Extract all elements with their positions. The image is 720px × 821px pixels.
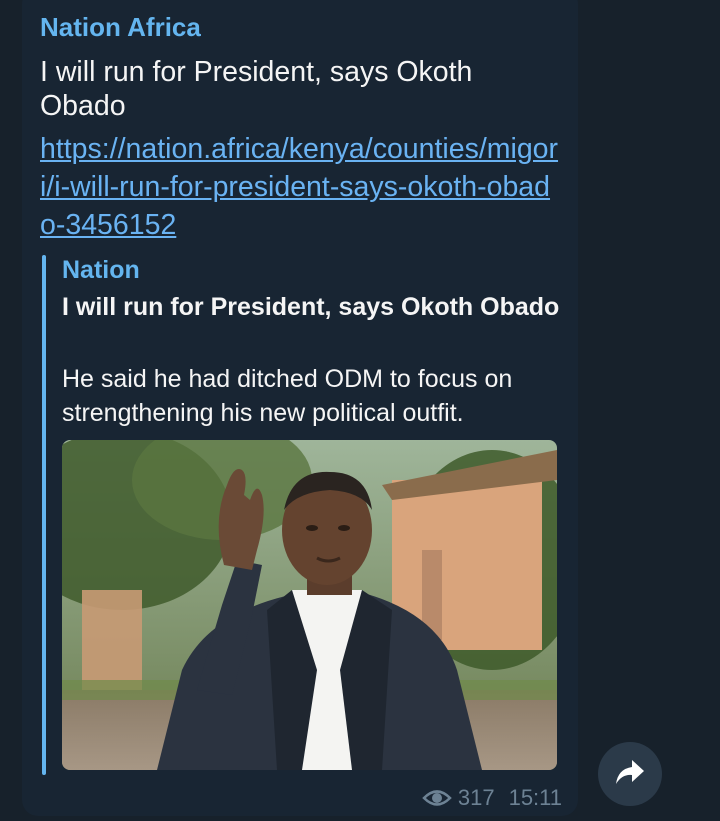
views-count: 317: [457, 785, 495, 810]
link-preview-description: He said he had ditched ODM to focus on s…: [62, 365, 513, 427]
message-text: I will run for President, says Okoth Oba…: [40, 56, 473, 122]
link-preview-title: I will run for President, says Okoth Oba…: [62, 293, 560, 321]
share-button[interactable]: [598, 742, 662, 806]
link-preview-image[interactable]: [62, 440, 557, 770]
message-link[interactable]: https://nation.africa/kenya/counties/mig…: [40, 130, 564, 244]
link-preview-site-name: Nation: [62, 256, 140, 284]
link-preview-accent-bar: [42, 255, 46, 775]
message-meta: 317 15:11: [422, 785, 562, 811]
message-time: 15:11: [508, 785, 562, 810]
share-arrow-icon: [614, 758, 646, 791]
eye-icon: [422, 787, 452, 809]
channel-name[interactable]: Nation Africa: [40, 10, 201, 44]
